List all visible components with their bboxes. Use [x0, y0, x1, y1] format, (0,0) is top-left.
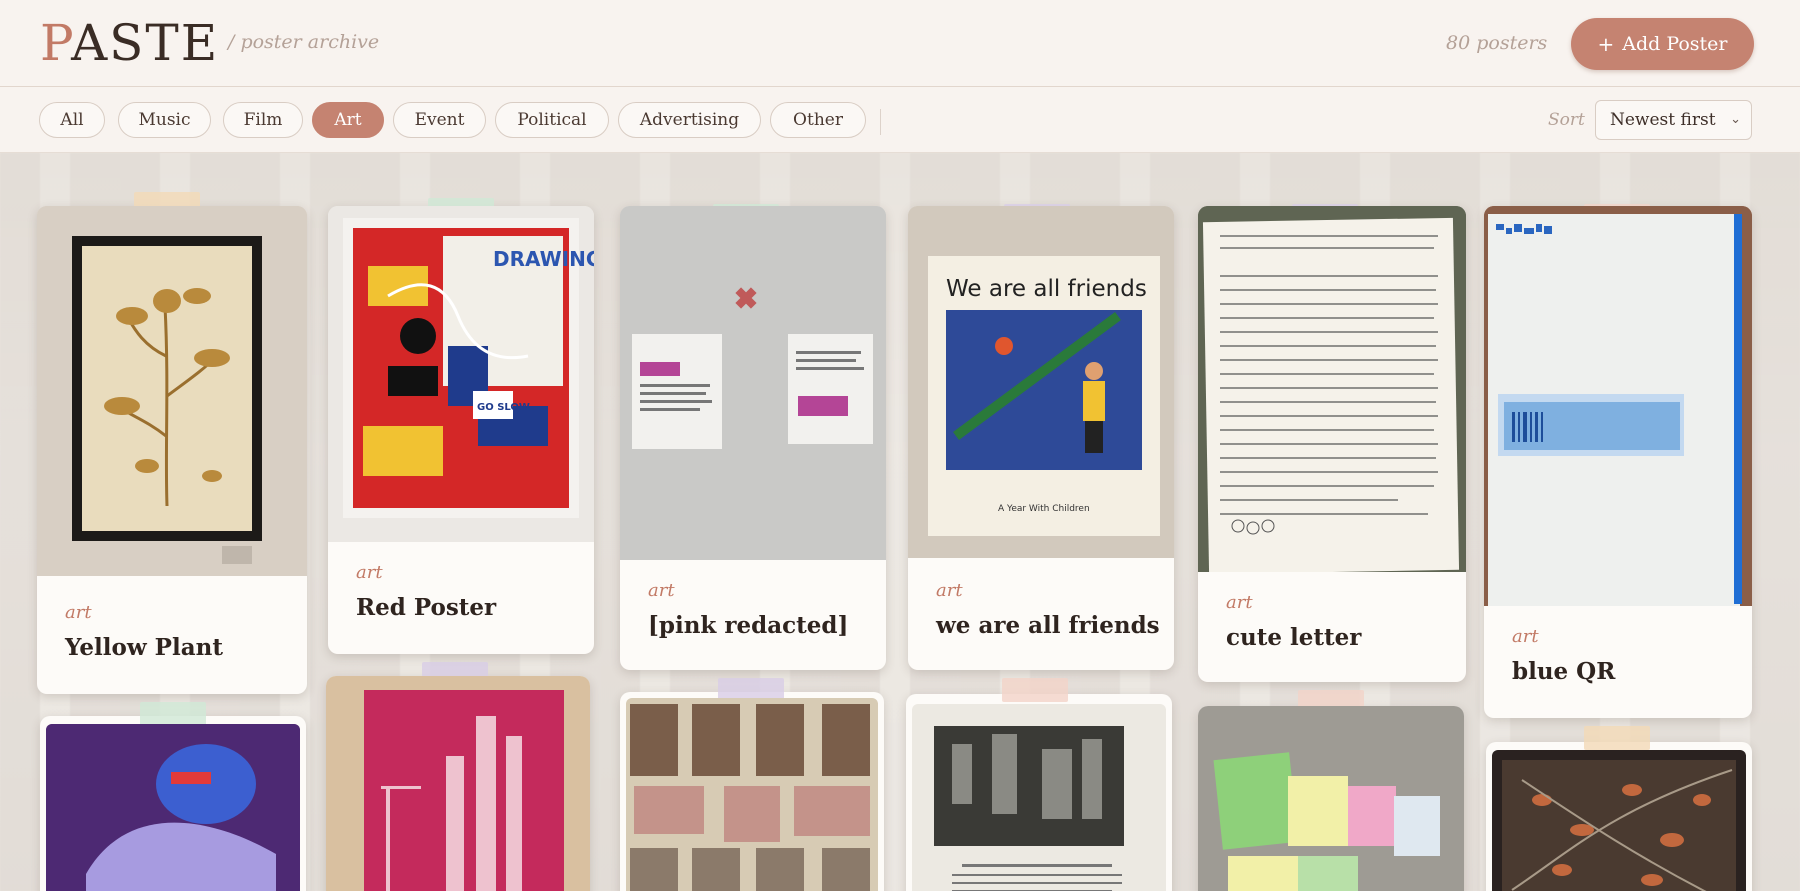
- filter-chip-music[interactable]: Music: [118, 102, 211, 138]
- poster-image: We are all friends A Year With Children: [908, 206, 1174, 558]
- poster-category: art: [1512, 626, 1539, 647]
- filter-chip-film[interactable]: Film: [223, 102, 303, 138]
- poster-title: we are all friends: [936, 612, 1160, 639]
- poster-category: art: [65, 602, 92, 623]
- poster-category: art: [1226, 592, 1253, 613]
- filter-chip-other[interactable]: Other: [770, 102, 866, 138]
- poster-title: blue QR: [1512, 658, 1616, 685]
- poster-count: 80 posters: [1446, 32, 1548, 54]
- poster-title: Red Poster: [356, 594, 497, 621]
- filter-chip-art[interactable]: Art: [312, 102, 384, 138]
- app-header: PASTE / poster archive 80 posters + Add …: [0, 0, 1800, 87]
- poster-card[interactable]: art blue QR: [1484, 204, 1752, 718]
- add-poster-label: Add Poster: [1622, 33, 1728, 55]
- poster-category: art: [648, 580, 675, 601]
- poster-card[interactable]: art Yellow Plant: [37, 192, 307, 694]
- poster-image: [326, 676, 590, 891]
- filter-chip-political[interactable]: Political: [495, 102, 609, 138]
- sort-label: Sort: [1548, 110, 1585, 130]
- poster-image: [1198, 706, 1464, 891]
- divider: [880, 109, 881, 135]
- friends-caption: A Year With Children: [998, 504, 1090, 514]
- drawing-text: DRAWING: [493, 247, 594, 271]
- poster-image: DRAWING GO SLOW: [328, 206, 594, 542]
- poster-card[interactable]: [326, 662, 590, 891]
- poster-image: [912, 704, 1166, 891]
- filter-chip-advertising[interactable]: Advertising: [618, 102, 761, 138]
- poster-card[interactable]: We are all friends A Year With Children …: [908, 204, 1174, 670]
- poster-title: [pink redacted]: [648, 612, 849, 639]
- poster-title: cute letter: [1226, 624, 1362, 651]
- poster-image: [37, 206, 307, 576]
- tape: [1584, 726, 1650, 750]
- filter-chip-event[interactable]: Event: [393, 102, 486, 138]
- poster-card[interactable]: [40, 702, 306, 891]
- poster-category: art: [356, 562, 383, 583]
- poster-category: art: [936, 580, 963, 601]
- poster-card[interactable]: art [pink redacted]: [620, 204, 886, 670]
- poster-image: [46, 724, 300, 891]
- sort-value: Newest first: [1610, 110, 1716, 130]
- filter-chip-all[interactable]: All: [39, 102, 105, 138]
- logo[interactable]: PASTE: [40, 14, 219, 72]
- go-slow-text: GO SLOW: [477, 402, 530, 413]
- poster-image: [1492, 750, 1746, 891]
- poster-image: [1484, 206, 1752, 606]
- chevron-down-icon: ⌄: [1730, 112, 1741, 127]
- poster-card[interactable]: DRAWING GO SLOW art Red Poster: [328, 198, 594, 654]
- sort-select[interactable]: Newest first ⌄: [1595, 100, 1752, 140]
- poster-title: Yellow Plant: [65, 634, 223, 661]
- tape: [1002, 678, 1068, 702]
- poster-card[interactable]: [620, 678, 884, 891]
- poster-image: [1198, 206, 1466, 572]
- poster-card[interactable]: [1486, 726, 1752, 891]
- poster-image: [626, 698, 878, 891]
- poster-card[interactable]: [906, 678, 1172, 891]
- poster-card[interactable]: art cute letter: [1198, 204, 1466, 682]
- poster-image: [620, 206, 886, 560]
- filter-bar: All Music Film Art Event Political Adver…: [0, 87, 1800, 153]
- plus-icon: +: [1597, 32, 1615, 56]
- friends-heading: We are all friends: [946, 276, 1147, 302]
- subtitle: / poster archive: [228, 31, 380, 53]
- tape: [140, 702, 206, 726]
- poster-card[interactable]: [1198, 690, 1464, 891]
- add-poster-button[interactable]: + Add Poster: [1571, 18, 1754, 70]
